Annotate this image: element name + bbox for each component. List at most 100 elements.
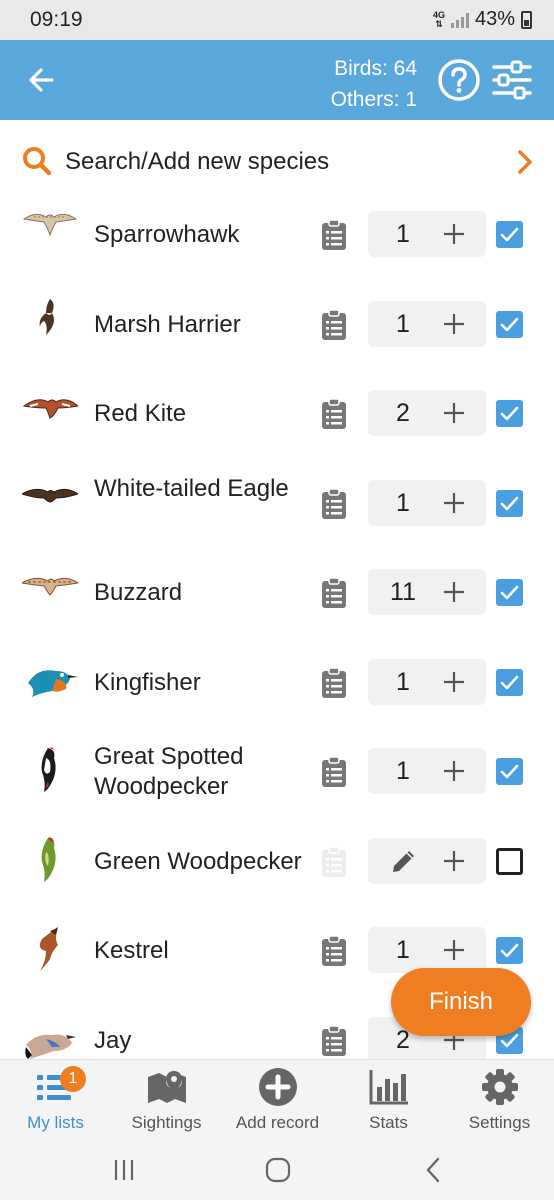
species-row[interactable]: Marsh Harrier 1 bbox=[0, 281, 554, 371]
count-stepper[interactable]: 1 bbox=[368, 927, 486, 973]
checkbox-checked[interactable] bbox=[496, 489, 523, 517]
species-counts: Birds: 64 Others: 1 bbox=[331, 53, 417, 115]
tab-my-lists[interactable]: 1 My lists bbox=[0, 1060, 111, 1141]
species-image bbox=[22, 577, 78, 596]
species-name[interactable]: Sparrowhawk bbox=[94, 220, 304, 250]
species-row[interactable]: Red Kite 2 bbox=[0, 370, 554, 460]
checkbox-checked[interactable] bbox=[496, 937, 523, 964]
home-icon[interactable] bbox=[262, 1154, 294, 1186]
count-value[interactable]: 1 bbox=[368, 757, 438, 786]
count-stepper[interactable] bbox=[368, 837, 486, 884]
species-row[interactable]: White-tailed Eagle 1 bbox=[0, 460, 554, 550]
filter-sliders-icon[interactable] bbox=[491, 59, 533, 101]
plus-icon[interactable] bbox=[442, 222, 466, 246]
species-image bbox=[22, 488, 78, 503]
map-icon bbox=[148, 1071, 186, 1103]
species-name[interactable]: Kestrel bbox=[94, 936, 304, 966]
count-stepper[interactable]: 1 bbox=[368, 748, 486, 794]
signal-icon bbox=[450, 12, 469, 28]
count-value[interactable]: 11 bbox=[368, 578, 438, 607]
notes-clipboard-icon[interactable] bbox=[320, 666, 348, 699]
plus-icon[interactable] bbox=[442, 580, 466, 604]
count-value[interactable]: 1 bbox=[368, 220, 438, 249]
notes-clipboard-icon[interactable] bbox=[320, 308, 348, 341]
species-name[interactable]: Buzzard bbox=[94, 578, 304, 608]
count-stepper[interactable]: 1 bbox=[368, 300, 486, 347]
species-image bbox=[41, 747, 56, 792]
tab-sightings[interactable]: Sightings bbox=[111, 1060, 222, 1141]
list-count-badge: 1 bbox=[60, 1066, 86, 1092]
species-row[interactable]: Buzzard 11 bbox=[0, 549, 554, 639]
notes-clipboard-icon[interactable] bbox=[320, 398, 348, 430]
species-name[interactable]: Green Woodpecker bbox=[94, 847, 304, 877]
species-row[interactable]: Sparrowhawk 1 bbox=[0, 191, 554, 281]
notes-clipboard-icon[interactable] bbox=[320, 577, 348, 609]
plus-icon[interactable] bbox=[442, 491, 466, 515]
species-name[interactable]: Great Spotted Woodpecker bbox=[94, 742, 304, 802]
species-name[interactable]: White-tailed Eagle bbox=[94, 474, 304, 504]
app-bar: Birds: 64 Others: 1 bbox=[0, 40, 554, 120]
notes-clipboard-icon[interactable] bbox=[320, 935, 348, 967]
count-value[interactable]: 1 bbox=[368, 489, 438, 518]
help-icon[interactable] bbox=[437, 58, 481, 102]
species-row[interactable]: Kingfisher 1 bbox=[0, 639, 554, 729]
species-image bbox=[22, 213, 78, 237]
pencil-icon[interactable] bbox=[390, 847, 418, 875]
count-value[interactable]: 1 bbox=[368, 310, 438, 339]
tab-label: My lists bbox=[27, 1113, 84, 1132]
checkbox-checked[interactable] bbox=[496, 579, 523, 606]
data-arrows-icon: ⇅ bbox=[435, 18, 443, 29]
species-row[interactable]: Great Spotted Woodpecker 1 bbox=[0, 728, 554, 818]
checkbox-checked[interactable] bbox=[496, 758, 523, 785]
species-image bbox=[39, 298, 54, 335]
notes-clipboard-icon[interactable] bbox=[320, 756, 348, 788]
birds-count: Birds: 64 bbox=[334, 57, 417, 80]
plus-icon[interactable] bbox=[442, 849, 466, 873]
species-name[interactable]: Red Kite bbox=[94, 399, 304, 429]
species-name[interactable]: Kingfisher bbox=[94, 668, 304, 698]
species-image bbox=[41, 837, 56, 882]
plus-icon[interactable] bbox=[442, 759, 466, 783]
others-count: Others: 1 bbox=[330, 88, 417, 111]
count-stepper[interactable]: 1 bbox=[368, 479, 486, 526]
species-row[interactable]: Green Woodpecker bbox=[0, 818, 554, 908]
plus-icon[interactable] bbox=[442, 312, 466, 336]
plus-icon[interactable] bbox=[442, 670, 466, 694]
bottom-navigation: 1 My lists Sightings Add record Stats Se… bbox=[0, 1059, 554, 1140]
add-circle-icon bbox=[259, 1068, 297, 1106]
count-value[interactable]: 1 bbox=[368, 668, 438, 697]
count-stepper[interactable]: 11 bbox=[368, 569, 486, 615]
species-image bbox=[22, 399, 78, 419]
finish-button[interactable]: Finish bbox=[391, 968, 531, 1036]
checkbox-checked[interactable] bbox=[496, 221, 523, 248]
checkbox-unchecked[interactable] bbox=[496, 847, 523, 875]
count-stepper[interactable]: 1 bbox=[368, 658, 486, 705]
tab-label: Stats bbox=[369, 1113, 408, 1132]
notes-clipboard-icon[interactable] bbox=[320, 845, 348, 878]
checkbox-checked[interactable] bbox=[496, 400, 523, 427]
species-name[interactable]: Jay bbox=[94, 1026, 304, 1056]
count-stepper[interactable]: 1 bbox=[368, 211, 486, 257]
notes-clipboard-icon[interactable] bbox=[320, 1024, 348, 1057]
count-stepper[interactable]: 2 bbox=[368, 390, 486, 436]
species-image bbox=[25, 1034, 76, 1059]
plus-icon[interactable] bbox=[442, 401, 466, 425]
checkbox-checked[interactable] bbox=[496, 310, 523, 338]
status-bar: 09:19 4G ⇅ 43% bbox=[0, 0, 554, 40]
recent-apps-icon[interactable] bbox=[108, 1154, 140, 1186]
tab-label: Settings bbox=[468, 1113, 531, 1132]
tab-add-record[interactable]: Add record bbox=[222, 1060, 333, 1141]
notes-clipboard-icon[interactable] bbox=[320, 487, 348, 520]
tab-settings[interactable]: Settings bbox=[444, 1060, 554, 1141]
count-value[interactable]: 1 bbox=[368, 936, 438, 965]
species-list: Sparrowhawk 1 Marsh Harrier 1 Red Kite 2 White… bbox=[0, 191, 554, 1059]
checkbox-checked[interactable] bbox=[496, 668, 523, 696]
battery-percent: 43% bbox=[474, 8, 515, 30]
notes-clipboard-icon[interactable] bbox=[320, 219, 348, 251]
count-value[interactable]: 2 bbox=[368, 399, 438, 428]
system-back-icon[interactable] bbox=[418, 1154, 450, 1186]
back-arrow-icon[interactable] bbox=[22, 60, 62, 100]
tab-stats[interactable]: Stats bbox=[333, 1060, 444, 1141]
species-name[interactable]: Marsh Harrier bbox=[94, 310, 304, 340]
plus-icon[interactable] bbox=[442, 938, 466, 962]
